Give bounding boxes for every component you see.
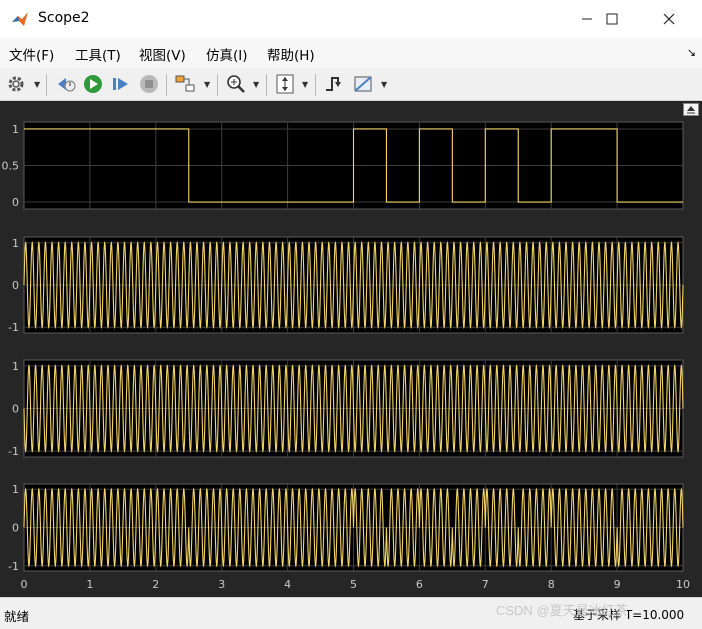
toolbar-separator	[166, 74, 167, 96]
x-tick-label: 9	[614, 578, 621, 591]
plot-panel-4: 10-10 1 2 3 4 5 6 7 8 9 10	[8, 483, 690, 591]
toolbar-separator	[217, 74, 218, 96]
zoom-dropdown-icon[interactable]: ▼	[253, 80, 259, 89]
toolbar: ▼ ▼ ▼ ▼ ▼	[0, 68, 702, 101]
x-tick-label: 8	[548, 578, 555, 591]
toolbar-separator	[315, 74, 316, 96]
step-back-icon[interactable]	[55, 72, 77, 96]
y-tick-label: -1	[8, 445, 19, 458]
matlab-icon	[12, 12, 28, 26]
x-tick-label: 7	[482, 578, 489, 591]
y-tick-label: 0.5	[2, 160, 20, 173]
menu-view[interactable]: 视图(V)	[139, 44, 186, 64]
measurements-dropdown-icon[interactable]: ▼	[381, 80, 387, 89]
close-icon	[663, 13, 675, 25]
stop-icon[interactable]	[138, 72, 160, 96]
menu-simulation[interactable]: 仿真(I)	[206, 44, 248, 64]
toolbar-separator	[46, 74, 47, 96]
y-tick-label: 1	[12, 123, 19, 136]
x-tick-label: 1	[86, 578, 93, 591]
menu-tools[interactable]: 工具(T)	[75, 44, 121, 64]
menu-bar: 文件(F) 工具(T) 视图(V) 仿真(I) 帮助(H) ↘	[0, 38, 702, 68]
settings-icon[interactable]	[6, 72, 26, 96]
step-forward-icon[interactable]	[110, 72, 132, 96]
plot-panel-2: 1 0 -1	[8, 236, 684, 334]
autoscale-icon[interactable]	[274, 72, 296, 96]
x-tick-label: 0	[21, 578, 28, 591]
y-tick-label: 0	[12, 196, 19, 209]
settings-dropdown-icon[interactable]: ▼	[34, 80, 40, 89]
x-tick-label: 3	[218, 578, 225, 591]
highlight-block-icon[interactable]	[174, 72, 198, 96]
dock-icon[interactable]: ↘	[687, 46, 696, 59]
run-icon[interactable]	[82, 72, 104, 96]
y-tick-label: 0	[12, 522, 19, 535]
scope-display: 1 0.5 0 1 0 -1 1 0 -1 1 0 -1 0 1 2 3 4 5 6 7 8 9 10	[0, 101, 702, 597]
title-bar: Scope2	[0, 0, 702, 39]
plot-panel-1: 10.50	[2, 121, 684, 210]
window-title: Scope2	[38, 10, 90, 26]
x-tick-label: 4	[284, 578, 291, 591]
y-tick-label: 1	[12, 237, 19, 250]
triggers-icon[interactable]	[323, 72, 345, 96]
menu-file[interactable]: 文件(F)	[9, 44, 54, 64]
y-tick-label: -1	[8, 560, 19, 573]
watermark-text: CSDN @夏天是冰红茶	[496, 603, 628, 618]
toolbar-separator	[266, 74, 267, 96]
x-tick-label: 2	[152, 578, 159, 591]
undock-icon	[687, 106, 695, 114]
autoscale-dropdown-icon[interactable]: ▼	[302, 80, 308, 89]
y-tick-label: -1	[8, 321, 19, 334]
x-tick-label: 10	[676, 578, 690, 591]
menu-help[interactable]: 帮助(H)	[267, 44, 315, 64]
measurements-icon[interactable]	[352, 72, 376, 96]
maximize-icon	[606, 13, 618, 25]
y-tick-label: 1	[12, 360, 19, 373]
zoom-icon[interactable]	[225, 72, 247, 96]
close-button[interactable]	[646, 0, 692, 38]
status-ready: 就绪	[4, 609, 30, 624]
x-tick-label: 6	[416, 578, 423, 591]
y-tick-label: 1	[12, 483, 19, 496]
y-tick-label: 0	[12, 403, 19, 416]
highlight-dropdown-icon[interactable]: ▼	[204, 80, 210, 89]
x-tick-label: 5	[350, 578, 357, 591]
plot-panel-3: 1 0 -1	[8, 359, 684, 458]
undock-button[interactable]	[683, 103, 699, 116]
scope-plots: 10.5010-110-110-10 1 2 3 4 5 6 7 8 9 10	[2, 121, 690, 591]
y-tick-label: 0	[12, 279, 19, 292]
maximize-button[interactable]	[589, 0, 635, 38]
